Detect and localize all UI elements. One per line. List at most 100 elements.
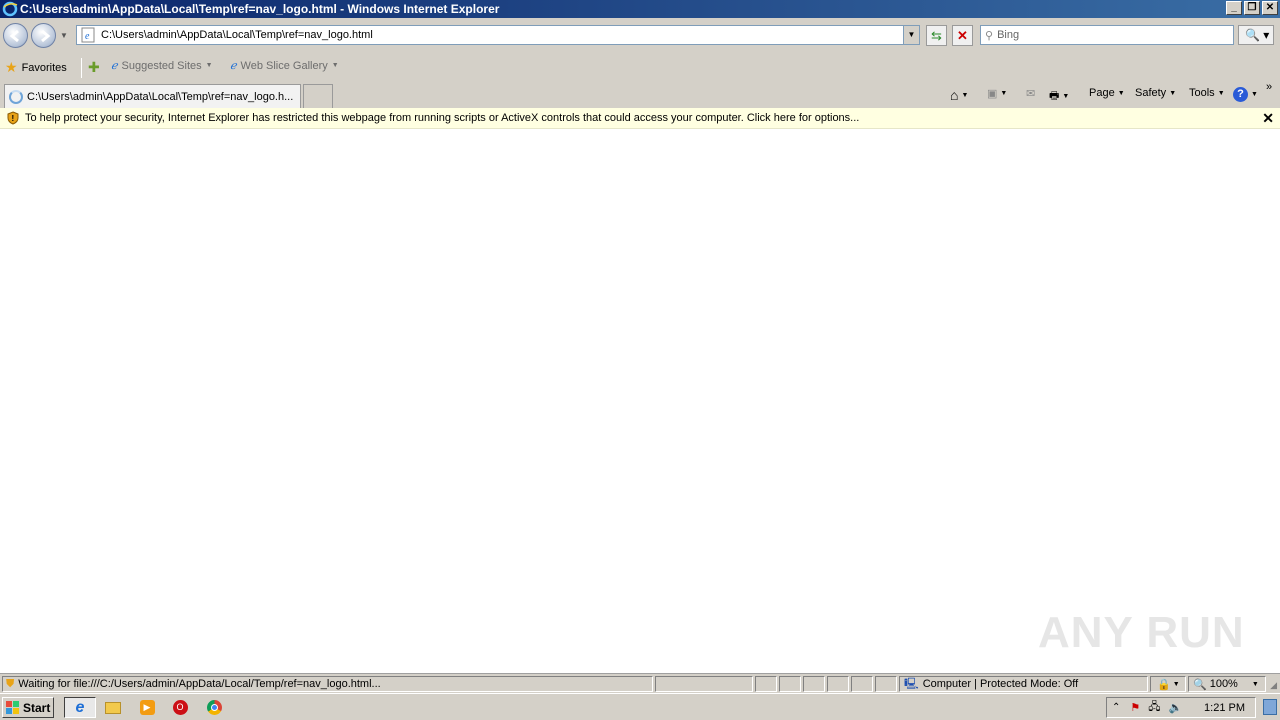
search-placeholder[interactable]: Bing <box>997 29 1019 41</box>
tools-menu-label: Tools <box>1189 87 1215 99</box>
loading-spinner-icon <box>9 89 23 104</box>
feeds-button[interactable]: ▣ ▼ <box>987 87 1007 100</box>
favorites-label: Favorites <box>21 61 67 74</box>
forward-arrow-icon <box>41 29 51 43</box>
restore-button[interactable]: ❐ <box>1244 1 1260 15</box>
minimize-button[interactable]: _ <box>1226 1 1242 15</box>
favorites-bar: ★ Favorites ✚ ℯ Suggested Sites ▼ ℯ Web … <box>0 54 1280 81</box>
chevron-down-icon: ▼ <box>1251 680 1259 688</box>
page-menu[interactable]: Page ▼ <box>1089 87 1125 99</box>
ie-page-icon: ℯ <box>111 60 118 72</box>
zoom-icon: 🔍 <box>1193 678 1207 691</box>
start-label: Start <box>23 700 51 715</box>
taskbar-media-player-button[interactable]: ▶ <box>135 697 159 718</box>
tools-menu[interactable]: Tools ▼ <box>1189 87 1225 99</box>
chevron-down-icon: ▼ <box>205 62 213 69</box>
close-window-button[interactable]: ✕ <box>1262 1 1278 15</box>
start-button[interactable]: Start <box>2 697 54 718</box>
info-bar-message[interactable]: To help protect your security, Internet … <box>25 112 859 124</box>
search-go-button[interactable]: 🔍 ▾ <box>1238 25 1274 45</box>
shield-warning-icon: ! <box>7 111 19 125</box>
tab-row: C:\Users\admin\AppData\Local\Temp\ref=na… <box>0 81 1280 108</box>
ie-page-icon: e <box>81 27 95 43</box>
refresh-button[interactable]: ⇆ <box>926 25 947 46</box>
page-menu-label: Page <box>1089 87 1115 99</box>
status-text-panel: ⛊ Waiting for file:///C:/Users/admin/App… <box>2 676 653 692</box>
computer-icon: 🖳 <box>904 677 919 690</box>
chrome-icon <box>206 700 222 715</box>
security-info-bar[interactable]: ! To help protect your security, Interne… <box>0 108 1280 129</box>
taskbar: Start e ▶ O ⌃ ⚑ 🖧 🔈 1:21 PM <box>0 693 1280 720</box>
new-tab-button[interactable] <box>303 84 333 108</box>
taskbar-chrome-button[interactable] <box>202 697 226 718</box>
ie-icon <box>2 1 18 17</box>
search-icon: ⚲ <box>985 29 994 42</box>
help-button[interactable]: ? ▼ <box>1233 87 1258 102</box>
zoom-control[interactable]: 🔍 100% ▼ <box>1188 676 1266 692</box>
media-player-icon: ▶ <box>139 700 155 715</box>
status-bar: ⛊ Waiting for file:///C:/Users/admin/App… <box>0 673 1280 693</box>
printer-icon: 🖶 <box>1049 90 1060 102</box>
svg-text:e: e <box>85 31 90 42</box>
lock-icon: 🔒 <box>1157 678 1171 691</box>
tab-active[interactable]: C:\Users\admin\AppData\Local\Temp\ref=na… <box>4 84 301 108</box>
anyrun-watermark: ANY RUN <box>1038 608 1245 657</box>
print-button[interactable]: 🖶 ▼ <box>1049 87 1069 106</box>
windows-logo-icon <box>6 700 19 714</box>
home-button[interactable]: ⌂ ▼ <box>950 87 968 103</box>
clock[interactable]: 1:21 PM <box>1204 702 1245 714</box>
address-url[interactable]: C:\Users\admin\AppData\Local\Temp\ref=na… <box>101 29 373 41</box>
resize-grip-icon[interactable]: ◢ <box>1270 680 1277 691</box>
protected-mode-button[interactable]: 🔒 ▼ <box>1150 676 1186 692</box>
folder-icon <box>105 701 121 714</box>
favorites-button[interactable]: ★ Favorites <box>5 59 67 76</box>
suggested-sites-link[interactable]: ℯ Suggested Sites ▼ <box>111 59 213 73</box>
chevron-down-icon: ▼ <box>331 62 339 69</box>
rss-icon: ▣ <box>987 88 998 100</box>
page-content <box>0 129 1280 673</box>
command-bar-overflow-icon[interactable]: » <box>1266 81 1272 93</box>
show-hidden-icons-icon[interactable]: ⌃ <box>1112 702 1120 713</box>
action-center-icon[interactable]: ⚑ <box>1130 701 1140 714</box>
volume-icon[interactable]: 🔈 <box>1169 701 1183 714</box>
forward-button[interactable] <box>31 23 56 48</box>
help-icon: ? <box>1233 87 1248 102</box>
navigation-bar: ▼ e C:\Users\admin\AppData\Local\Temp\re… <box>0 18 1280 54</box>
home-icon: ⌂ <box>950 87 959 103</box>
address-dropdown-icon[interactable]: ▼ <box>903 26 919 44</box>
network-icon[interactable]: 🖧 <box>1148 698 1160 717</box>
safety-menu[interactable]: Safety ▼ <box>1135 87 1176 99</box>
progress-panel <box>655 676 753 692</box>
zoom-level: 100% <box>1209 678 1238 690</box>
window-title: C:\Users\admin\AppData\Local\Temp\ref=na… <box>20 2 500 16</box>
web-slice-gallery-label: Web Slice Gallery <box>240 59 328 72</box>
tab-label: C:\Users\admin\AppData\Local\Temp\ref=na… <box>27 90 294 103</box>
back-button[interactable] <box>3 23 28 48</box>
search-box[interactable]: ⚲ Bing <box>980 25 1234 45</box>
address-bar[interactable]: e C:\Users\admin\AppData\Local\Temp\ref=… <box>76 25 920 45</box>
ie-icon: e <box>75 698 85 716</box>
read-mail-button[interactable]: ✉ <box>1026 87 1035 100</box>
shield-warning-icon: ⛊ <box>6 677 15 690</box>
opera-icon: O <box>172 700 188 715</box>
mail-icon: ✉ <box>1026 88 1036 100</box>
web-slice-gallery-link[interactable]: ℯ Web Slice Gallery ▼ <box>230 59 339 73</box>
safety-menu-label: Safety <box>1135 87 1167 99</box>
close-info-bar-icon[interactable]: ✕ <box>1262 110 1274 127</box>
taskbar-opera-button[interactable]: O <box>168 697 192 718</box>
add-favorite-icon: ✚ <box>88 59 100 75</box>
security-zone-panel[interactable]: 🖳 Computer | Protected Mode: Off <box>899 676 1148 692</box>
add-to-favorites-bar-button[interactable]: ✚ <box>88 59 100 76</box>
taskbar-explorer-button[interactable] <box>101 697 125 718</box>
taskbar-ie-button[interactable]: e <box>64 697 96 718</box>
show-desktop-button[interactable] <box>1263 699 1277 715</box>
status-text: Waiting for file:///C:/Users/admin/AppDa… <box>18 678 381 690</box>
back-arrow-icon <box>9 29 19 43</box>
star-icon: ★ <box>5 59 18 75</box>
recent-pages-dropdown-icon[interactable]: ▼ <box>60 31 68 40</box>
stop-button[interactable]: ✕ <box>952 25 973 46</box>
svg-text:!: ! <box>12 114 15 123</box>
ie-page-icon: ℯ <box>230 60 237 72</box>
system-tray: ⌃ ⚑ 🖧 🔈 1:21 PM <box>1106 697 1256 718</box>
suggested-sites-label: Suggested Sites <box>121 59 202 72</box>
